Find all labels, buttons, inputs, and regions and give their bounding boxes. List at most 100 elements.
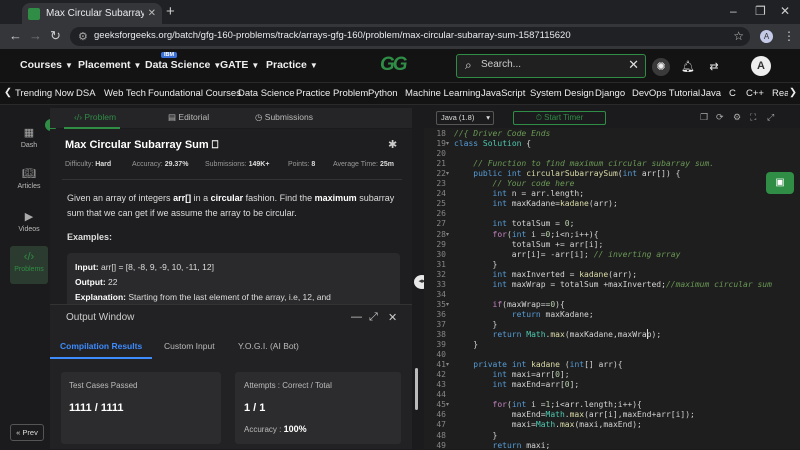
tab-compilation-results[interactable]: Compilation Results bbox=[60, 341, 142, 351]
close-panel-icon[interactable]: ✕ bbox=[388, 311, 397, 324]
rail-item-problems[interactable]: ‹/› Problems bbox=[10, 246, 48, 284]
start-timer-button[interactable]: ⏱ Start Timer bbox=[513, 111, 606, 125]
chat-fab-icon[interactable]: ▣ bbox=[766, 172, 794, 194]
rail-item-articles[interactable]: 📖︎ Articles bbox=[10, 167, 48, 197]
address-bar[interactable]: ⚙ geeksforgeeks.org/batch/gfg-160-proble… bbox=[70, 27, 750, 46]
category-ml[interactable]: Machine Learning bbox=[405, 88, 481, 99]
menu-gate[interactable]: GATE ▼ bbox=[220, 59, 259, 71]
category-foundational[interactable]: Foundational Courses bbox=[148, 88, 241, 99]
user-avatar[interactable]: A bbox=[751, 56, 771, 76]
code-line[interactable]: if(maxWrap==0){ bbox=[454, 300, 565, 309]
category-data-science[interactable]: Data Science bbox=[238, 88, 295, 99]
tab-problem[interactable]: ‹/› Problem bbox=[74, 112, 116, 122]
category-devops[interactable]: DevOps Tutorial bbox=[632, 88, 700, 99]
code-line[interactable]: for(int i =0;i<n;i++){ bbox=[454, 230, 599, 239]
fullscreen-icon[interactable]: ⛶ bbox=[750, 112, 756, 123]
code-line[interactable]: int totalSum = 0; bbox=[454, 219, 575, 228]
scroll-left-icon[interactable]: ❮ bbox=[4, 87, 12, 98]
close-tab-icon[interactable]: ✕ bbox=[148, 8, 156, 19]
code-line[interactable]: class Solution { bbox=[454, 139, 531, 148]
code-line[interactable]: // Your code here bbox=[454, 179, 575, 188]
rail-item-videos[interactable]: ▶ Videos bbox=[10, 210, 48, 240]
copy-icon[interactable]: ❐ bbox=[700, 112, 708, 123]
reset-icon[interactable]: ⟳ bbox=[716, 112, 724, 123]
search-input[interactable] bbox=[481, 59, 621, 70]
reload-icon[interactable]: ↻ bbox=[50, 28, 61, 44]
tab-editorial[interactable]: ▤ Editorial bbox=[168, 112, 209, 123]
gfg-logo[interactable]: GG bbox=[380, 54, 408, 76]
code-line[interactable]: int maxInverted = kadane(arr); bbox=[454, 270, 638, 279]
category-cpp[interactable]: C++ bbox=[746, 88, 764, 99]
translate-icon[interactable]: ⇄ bbox=[705, 58, 723, 76]
fold-chevron-icon[interactable]: ▾ bbox=[446, 301, 449, 308]
bookmark-star-icon[interactable]: ☆ bbox=[733, 29, 744, 43]
category-dsa[interactable]: DSA bbox=[76, 88, 96, 99]
prev-button[interactable]: « Prev bbox=[10, 424, 44, 441]
settings-icon[interactable]: ⚙ bbox=[733, 112, 741, 123]
code-line[interactable]: arr[i]= -arr[i]; // inverting array bbox=[454, 250, 681, 259]
report-bug-icon[interactable]: ✱ bbox=[388, 138, 397, 151]
minimize-icon[interactable]: – bbox=[730, 4, 737, 18]
category-practice-problem[interactable]: Practice Problem bbox=[296, 88, 368, 99]
code-line[interactable]: return maxKadane; bbox=[454, 310, 594, 319]
back-icon[interactable]: ← bbox=[9, 28, 22, 43]
tab-submissions[interactable]: ◷ Submissions bbox=[255, 112, 313, 123]
expand-panel-icon[interactable]: ⤢ bbox=[369, 311, 378, 324]
code-line[interactable]: public int circularSubarraySum(int arr[]… bbox=[454, 169, 680, 178]
code-line[interactable]: return maxi; bbox=[454, 441, 551, 450]
language-select[interactable]: Java (1.8) ▾ bbox=[436, 111, 494, 125]
theme-toggle-icon[interactable]: ✺ bbox=[652, 58, 670, 76]
minimize-panel-icon[interactable]: — bbox=[351, 311, 362, 323]
code-line[interactable]: int n = arr.length; bbox=[454, 189, 585, 198]
fold-chevron-icon[interactable]: ▾ bbox=[446, 361, 449, 368]
close-window-icon[interactable]: ✕ bbox=[780, 4, 790, 18]
code-line[interactable]: return Math.max(maxKadane,maxWrap); bbox=[454, 330, 662, 339]
code-line[interactable]: } bbox=[454, 320, 498, 329]
category-c[interactable]: C bbox=[729, 88, 736, 99]
scrollbar-thumb[interactable] bbox=[415, 368, 418, 410]
browser-tab[interactable]: Max Circular Subarray Sum | Pra ✕ bbox=[22, 3, 162, 24]
notification-bell-icon[interactable]: 🔔︎ bbox=[679, 58, 697, 76]
category-trending[interactable]: Trending Now bbox=[15, 88, 74, 99]
code-line[interactable]: //{ Driver Code Ends bbox=[454, 129, 550, 138]
menu-courses[interactable]: Courses ▼ bbox=[20, 59, 73, 71]
category-web-tech[interactable]: Web Tech bbox=[104, 88, 146, 99]
code-line[interactable]: } bbox=[454, 431, 498, 440]
browser-menu-icon[interactable]: ⋮ bbox=[783, 29, 795, 43]
code-line[interactable]: maxEnd=Math.max(arr[i],maxEnd+arr[i]); bbox=[454, 410, 695, 419]
scroll-right-icon[interactable]: ❯ bbox=[789, 87, 797, 98]
editor-fullscreen-icon[interactable]: ⤢ bbox=[767, 112, 774, 123]
fold-chevron-icon[interactable]: ▾ bbox=[446, 140, 449, 147]
profile-avatar[interactable]: A bbox=[760, 30, 773, 43]
menu-practice[interactable]: Practice ▼ bbox=[266, 59, 318, 71]
category-django[interactable]: Django bbox=[595, 88, 625, 99]
category-react[interactable]: Rea bbox=[772, 88, 788, 99]
category-javascript[interactable]: JavaScript bbox=[481, 88, 525, 99]
category-java[interactable]: Java bbox=[701, 88, 721, 99]
menu-placement[interactable]: Placement ▼ bbox=[78, 59, 141, 71]
clear-search-icon[interactable]: ✕ bbox=[628, 57, 639, 73]
forward-icon[interactable]: → bbox=[29, 28, 42, 43]
code-line[interactable]: } bbox=[454, 340, 478, 349]
tab-custom-input[interactable]: Custom Input bbox=[164, 341, 215, 351]
code-line[interactable]: maxi=Math.max(maxi,maxEnd); bbox=[454, 420, 642, 429]
bookmark-icon[interactable]: ⎕ bbox=[212, 139, 219, 151]
code-line[interactable]: int maxi=arr[0]; bbox=[454, 370, 570, 379]
code-line[interactable]: int maxEnd=arr[0]; bbox=[454, 380, 580, 389]
site-info-icon[interactable]: ⚙ bbox=[78, 30, 88, 43]
code-line[interactable]: int maxWrap = totalSum +maxInverted;//ma… bbox=[454, 280, 772, 289]
search-box[interactable]: ⌕ ✕ bbox=[456, 54, 646, 78]
category-system-design[interactable]: System Design bbox=[530, 88, 594, 99]
fold-chevron-icon[interactable]: ▾ bbox=[446, 170, 449, 177]
category-python[interactable]: Python bbox=[368, 88, 398, 99]
code-line[interactable]: totalSum += arr[i]; bbox=[454, 240, 604, 249]
rail-item-dash[interactable]: ▦ Dash bbox=[10, 126, 48, 156]
code-line[interactable]: for(int i =1;i<arr.length;i++){ bbox=[454, 400, 642, 409]
code-line[interactable]: private int kadane (int[] arr){ bbox=[454, 360, 622, 369]
code-line[interactable]: int maxKadane=kadane(arr); bbox=[454, 199, 618, 208]
new-tab-button[interactable]: + bbox=[166, 3, 175, 20]
url-text[interactable]: geeksforgeeks.org/batch/gfg-160-problems… bbox=[94, 30, 571, 41]
code-line[interactable]: // Function to find maximum circular sub… bbox=[454, 159, 714, 168]
fold-chevron-icon[interactable]: ▾ bbox=[446, 401, 449, 408]
restore-icon[interactable]: ❐ bbox=[755, 4, 766, 18]
